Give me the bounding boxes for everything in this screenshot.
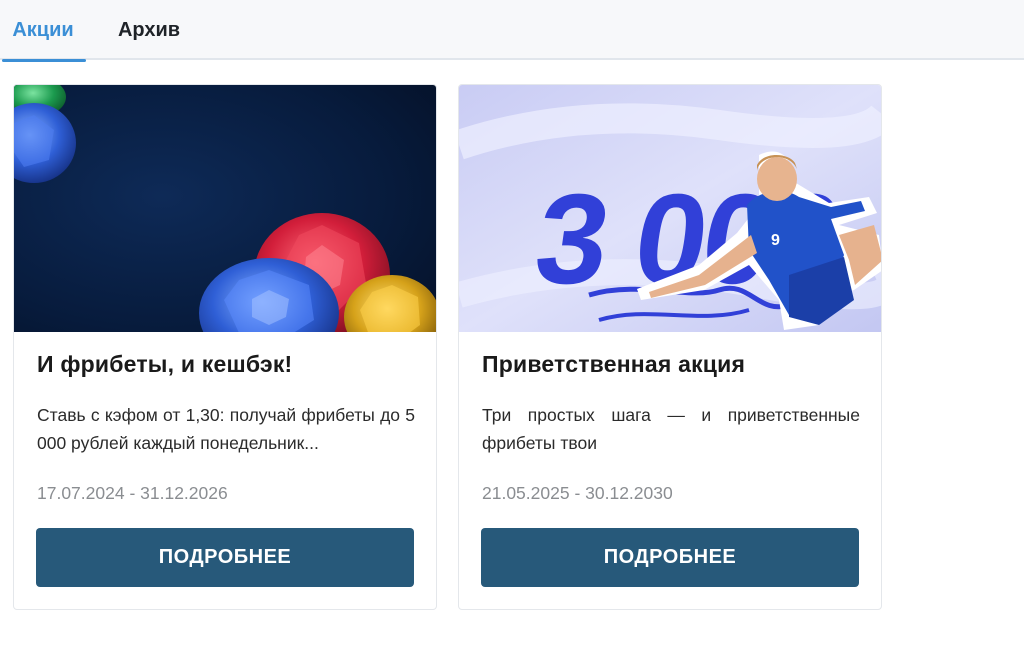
details-button[interactable]: ПОДРОБНЕЕ	[481, 528, 859, 587]
svg-text:9: 9	[771, 232, 780, 249]
promo-title: Приветственная акция	[482, 351, 746, 377]
football-player-banner[interactable]: 3 000 9	[459, 85, 881, 332]
promo-dates: 21.05.2025 - 30.12.2030	[482, 483, 673, 503]
tab-bar: Акции Архив	[0, 0, 1024, 62]
promo-card[interactable]: И фрибеты, и кешбэк! Ставь с кэфом от 1,…	[13, 84, 437, 610]
tab-promotions[interactable]: Акции	[0, 0, 86, 62]
promo-description: Три простых шага — и приветственные фриб…	[482, 405, 860, 453]
promo-title: И фрибеты, и кешбэк!	[37, 351, 293, 377]
tab-archive[interactable]: Архив	[104, 0, 194, 60]
promo-dates: 17.07.2024 - 31.12.2026	[37, 483, 228, 503]
promo-card[interactable]: 3 000 9 Приветственная акция Три простых…	[458, 84, 882, 610]
promo-description: Ставь с кэфом от 1,30: получай фрибеты д…	[37, 405, 415, 453]
gemstones-banner[interactable]	[14, 85, 436, 332]
details-button[interactable]: ПОДРОБНЕЕ	[36, 528, 414, 587]
